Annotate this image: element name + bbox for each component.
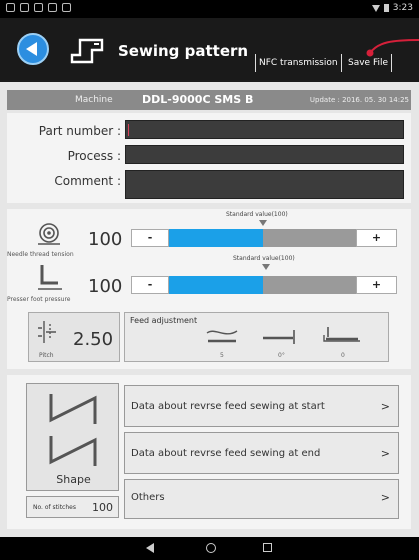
status-bar: 3:23: [0, 0, 419, 18]
process-input[interactable]: [125, 145, 404, 164]
pitch-value: 2.50: [73, 329, 114, 350]
machine-name: DDL-9000C SMS B: [142, 93, 254, 106]
system-nav-bar: [0, 537, 419, 560]
feed-adjustment-title: Feed adjustment: [130, 316, 198, 325]
stitch-count-box[interactable]: No. of stitches 100: [26, 496, 119, 518]
nfc-transmission-button[interactable]: NFC transmission: [255, 54, 342, 72]
presser-pressure-label: Presser foot pressure: [7, 296, 71, 303]
nav-recents-icon[interactable]: [263, 543, 272, 552]
update-timestamp: Update : 2016. 05. 30 14:25: [309, 96, 409, 104]
pitch-label: Pitch: [39, 352, 54, 359]
check-icon: [34, 3, 43, 12]
status-notification-icons: [6, 3, 71, 12]
presser-foot-icon: [38, 265, 62, 290]
back-arrow-icon[interactable]: [17, 33, 49, 65]
stitch-pitch-icon: [38, 321, 56, 343]
menu-item-label: Others: [131, 492, 165, 503]
standard-marker-icon: [259, 220, 267, 226]
chevron-right-icon: >: [380, 400, 390, 413]
reverse-feed-start-button[interactable]: Data about revrse feed sewing at start >: [124, 385, 399, 427]
shape-button[interactable]: Shape: [26, 383, 119, 491]
app-header: Sewing pattern NFC transmission Save Fil…: [0, 18, 419, 82]
n-shape-pattern-icon: [49, 394, 97, 466]
thread-tension-minus-button[interactable]: -: [131, 229, 169, 247]
page-title: Sewing pattern: [118, 42, 249, 60]
thread-tension-plus-button[interactable]: +: [356, 229, 397, 247]
sewing-machine-icon: [70, 38, 104, 64]
menu-item-label: Data about revrse feed sewing at end: [131, 448, 321, 459]
presser-pressure-minus-button[interactable]: -: [131, 276, 169, 294]
presser-pressure-value: 100: [88, 276, 123, 297]
thread-tension-label: Needle thread tension: [7, 251, 74, 258]
stitch-count-label: No. of stitches: [33, 504, 76, 511]
reverse-feed-end-button[interactable]: Data about revrse feed sewing at end >: [124, 432, 399, 474]
chevron-right-icon: >: [380, 491, 390, 504]
nav-back-icon[interactable]: [146, 543, 154, 553]
wifi-icon: [371, 4, 380, 12]
machine-label: Machine: [75, 95, 113, 105]
nav-home-icon[interactable]: [206, 543, 216, 553]
presser-pressure-slider[interactable]: [169, 276, 356, 294]
feed-timing-icon: [263, 330, 295, 344]
presser-pressure-std-label: Standard value(100): [233, 255, 295, 262]
part-number-input[interactable]: [125, 120, 404, 139]
thread-tension-std-label: Standard value(100): [226, 211, 288, 218]
android-icon: [62, 3, 71, 12]
comment-label: Comment :: [54, 174, 121, 188]
text-caret: [128, 124, 129, 136]
feed-tilt-icon: [323, 327, 360, 342]
sd-card-icon: [48, 3, 57, 12]
machine-bar: Machine DDL-9000C SMS B Update : 2016. 0…: [7, 90, 411, 110]
notification-icon: [6, 3, 15, 12]
thread-tension-fill: [169, 229, 263, 247]
feed-dog-height-icon: [206, 330, 238, 343]
status-system-icons: 3:23: [371, 3, 413, 13]
thread-tension-value: 100: [88, 229, 123, 250]
shape-label: Shape: [56, 473, 91, 486]
info-panel: Part number : Process : Comment :: [7, 113, 411, 203]
status-time: 3:23: [392, 3, 413, 13]
feed-adjustment-button[interactable]: Feed adjustment 5 0° 0: [124, 312, 389, 362]
stitch-count-value: 100: [92, 501, 113, 514]
presser-pressure-fill: [169, 276, 263, 294]
feed-timing-value: 0°: [278, 352, 285, 359]
feed-dog-height-value: 5: [220, 352, 224, 359]
battery-icon: [383, 4, 389, 12]
others-button[interactable]: Others >: [124, 479, 399, 519]
thread-tension-icon: [38, 223, 60, 245]
pitch-button[interactable]: Pitch 2.50: [28, 312, 120, 362]
menu-item-label: Data about revrse feed sewing at start: [131, 401, 325, 412]
part-number-label: Part number :: [38, 124, 121, 138]
comment-input[interactable]: [125, 170, 404, 199]
presser-pressure-plus-button[interactable]: +: [356, 276, 397, 294]
feed-tilt-value: 0: [341, 352, 345, 359]
notification-icon: [20, 3, 29, 12]
standard-marker-icon: [262, 264, 270, 270]
thread-tension-slider[interactable]: [169, 229, 356, 247]
chevron-right-icon: >: [380, 447, 390, 460]
process-label: Process :: [67, 149, 121, 163]
pointer-annotation-icon: [366, 39, 419, 57]
